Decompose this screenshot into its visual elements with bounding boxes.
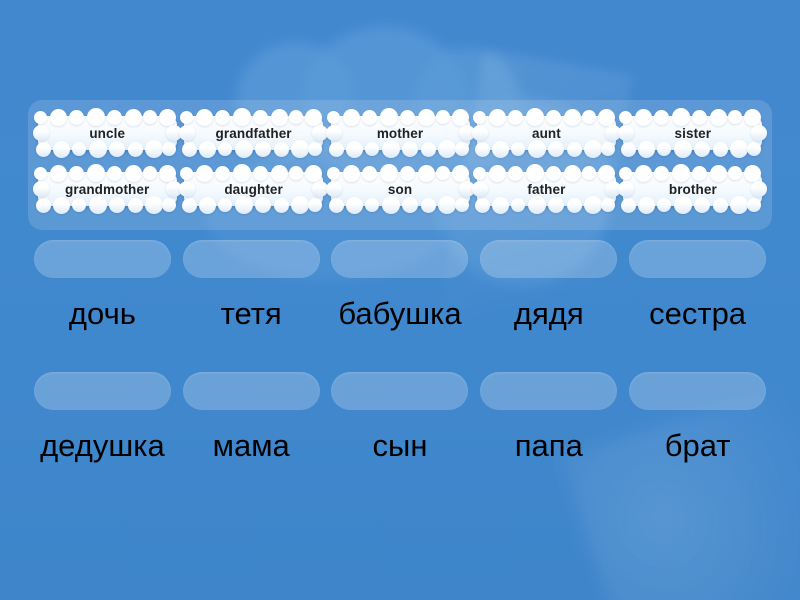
cloud-tile-label: brother — [668, 181, 717, 197]
answer-row: дедушка мама сын папа брат — [28, 372, 772, 461]
cloud-tile-label: mother — [376, 125, 424, 141]
answer-word-label: папа — [514, 428, 583, 463]
cloud-tile-label: grandmother — [65, 181, 150, 197]
answer-dropzone[interactable] — [331, 372, 469, 410]
cloud-word-tile[interactable]: sister — [618, 108, 768, 158]
tile-bank-cell: uncle — [32, 108, 182, 158]
answer-dropzone[interactable] — [182, 372, 320, 410]
game-stage: uncle grandfather mother aunt sister grandmo… — [0, 0, 800, 600]
cloud-tile-label: sister — [674, 125, 712, 141]
cloud-word-tile[interactable]: daughter — [179, 164, 329, 214]
cloud-tile-label: grandfather — [215, 125, 292, 141]
answer-dropzone[interactable] — [480, 240, 618, 278]
cloud-word-tile[interactable]: mother — [325, 108, 475, 158]
cloud-word-tile[interactable]: brother — [618, 164, 768, 214]
tile-bank-cell: son — [325, 164, 475, 214]
answer-dropzone[interactable] — [33, 372, 171, 410]
tile-bank-cell: daughter — [179, 164, 329, 214]
answer-word-label: бабушка — [338, 296, 462, 331]
tile-bank-cell: aunt — [471, 108, 621, 158]
answer-word-label: тетя — [220, 296, 282, 331]
answer-cell: брат — [623, 372, 772, 461]
answer-dropzone[interactable] — [629, 372, 767, 410]
cloud-word-tile[interactable]: grandfather — [179, 108, 329, 158]
answer-word-label: дядя — [513, 296, 584, 331]
cloud-tile-label: aunt — [531, 125, 561, 141]
answer-dropzone[interactable] — [331, 240, 469, 278]
cloud-tile-label: son — [387, 181, 413, 197]
tile-bank-cell: grandmother — [32, 164, 182, 214]
answer-cell: тетя — [177, 240, 326, 329]
answer-word-label: дочь — [68, 296, 136, 331]
tile-bank-cell: grandfather — [179, 108, 329, 158]
answer-cell: мама — [177, 372, 326, 461]
answer-cell: бабушка — [326, 240, 475, 329]
cloud-tile-label: daughter — [224, 181, 283, 197]
answer-word-label: брат — [664, 428, 731, 463]
answer-word-label: мама — [212, 428, 290, 463]
answer-cell: папа — [474, 372, 623, 461]
cloud-tile-label: uncle — [89, 125, 126, 141]
answer-dropzone[interactable] — [629, 240, 767, 278]
tile-bank-cell: sister — [618, 108, 768, 158]
answer-row: дочь тетя бабушка дядя сестра — [28, 240, 772, 329]
answer-cell: сын — [326, 372, 475, 461]
answer-word-label: сестра — [649, 296, 747, 331]
cloud-word-tile[interactable]: father — [471, 164, 621, 214]
answer-cell: дедушка — [28, 372, 177, 461]
answer-cell: сестра — [623, 240, 772, 329]
answer-word-label: сын — [372, 428, 428, 463]
answer-dropzone[interactable] — [480, 372, 618, 410]
cloud-tile-label: father — [527, 181, 566, 197]
cloud-word-tile[interactable]: son — [325, 164, 475, 214]
tile-bank-cell: mother — [325, 108, 475, 158]
answer-dropzone[interactable] — [33, 240, 171, 278]
answer-dropzone[interactable] — [182, 240, 320, 278]
answer-word-label: дедушка — [40, 428, 165, 463]
answer-cell: дочь — [28, 240, 177, 329]
tile-bank-panel: uncle grandfather mother aunt sister grandmo… — [28, 100, 772, 230]
tile-bank-cell: brother — [618, 164, 768, 214]
tile-bank-row: uncle grandfather mother aunt sister — [32, 108, 768, 158]
cloud-word-tile[interactable]: grandmother — [32, 164, 182, 214]
tile-bank-row: grandmother daughter son father brother — [32, 164, 768, 214]
cloud-word-tile[interactable]: aunt — [471, 108, 621, 158]
tile-bank-cell: father — [471, 164, 621, 214]
cloud-word-tile[interactable]: uncle — [32, 108, 182, 158]
answer-cell: дядя — [474, 240, 623, 329]
